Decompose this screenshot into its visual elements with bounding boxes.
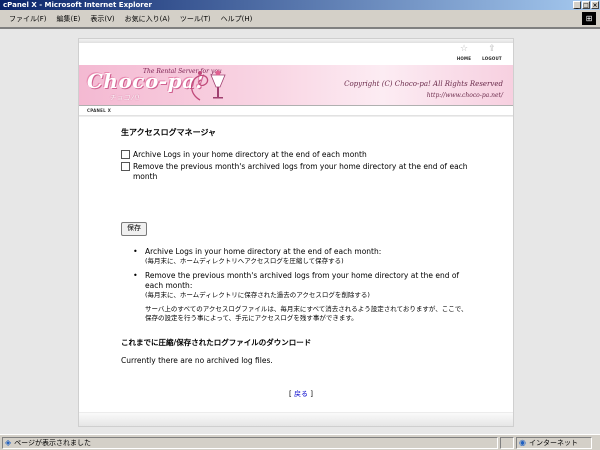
status-message-pane: ◈ ページが表示されました <box>2 436 498 449</box>
breadcrumb-divider <box>79 115 513 117</box>
parfait-glass-icon <box>210 70 226 99</box>
archive-logs-checkbox[interactable] <box>121 150 130 159</box>
banner-subtitle: チョコパ! <box>109 94 140 102</box>
remove-logs-checkbox[interactable] <box>121 162 130 171</box>
menu-view[interactable]: 表示(V) <box>85 10 119 28</box>
logout-label: LOGOUT <box>482 56 502 61</box>
bottom-strip <box>79 412 513 426</box>
remove-logs-option: Remove the previous month's archived log… <box>121 162 471 182</box>
main-content: 生アクセスログマネージャ Archive Logs in your home d… <box>121 127 481 398</box>
page-title: 生アクセスログマネージャ <box>121 128 217 137</box>
status-pane-blank <box>500 436 514 449</box>
home-label: HOME <box>456 56 472 61</box>
top-strip <box>79 39 513 43</box>
help-item-remove: Remove the previous month's archived log… <box>145 271 473 300</box>
home-icon: ☆ <box>459 44 469 54</box>
bullet-dot-icon: • <box>133 271 138 280</box>
no-archives-message: Currently there are no archived log file… <box>121 356 273 365</box>
logout-link[interactable]: ⇪ LOGOUT <box>482 44 502 61</box>
maximize-button[interactable]: □ <box>582 1 590 9</box>
menu-favorites[interactable]: お気に入り(A) <box>120 10 175 28</box>
status-bar: ◈ ページが表示されました ◉ インターネット <box>0 434 600 450</box>
windows-logo-icon: ⊞ <box>582 12 596 25</box>
choco-pa-banner: The Rental Server for you Choco-pa! チョコパ… <box>79 65 513 105</box>
status-zone: インターネット <box>528 438 578 447</box>
help-archive-text: Archive Logs in your home directory at t… <box>145 247 382 256</box>
help-remove-jp: (毎月末に、ホームディレクトリに保存された過去のアクセスログを削除する) <box>145 291 370 299</box>
internet-globe-icon: ◉ <box>519 437 526 447</box>
menu-help[interactable]: ヘルプ(H) <box>216 10 258 28</box>
top-links: ☆ HOME ⇪ LOGOUT <box>455 44 502 61</box>
save-button[interactable]: 保存 <box>121 222 147 236</box>
close-button[interactable]: × <box>591 1 599 9</box>
status-zone-pane: ◉ インターネット <box>516 436 592 449</box>
page-done-icon: ◈ <box>5 437 12 447</box>
back-close-bracket: ] <box>308 390 313 398</box>
menu-tools[interactable]: ツール(T) <box>175 10 216 28</box>
window-title: cPanel X - Microsoft Internet Explorer <box>3 1 152 9</box>
status-message: ページが表示されました <box>14 438 92 447</box>
banner-copyright: Copyright (C) Choco-pa! All Rights Reser… <box>344 80 503 88</box>
banner-url: http://www.choco-pa.net/ <box>426 92 503 99</box>
home-link[interactable]: ☆ HOME <box>455 44 473 61</box>
help-remove-text: Remove the previous month's archived log… <box>145 271 460 290</box>
archive-logs-label: Archive Logs in your home directory at t… <box>133 150 367 159</box>
browser-viewport: ☆ HOME ⇪ LOGOUT The Rental Server for yo… <box>0 28 600 434</box>
back-link[interactable]: 戻る <box>294 390 308 398</box>
menu-edit[interactable]: 編集(E) <box>52 10 86 28</box>
banner-divider <box>79 105 513 106</box>
help-item-archive: Archive Logs in your home directory at t… <box>145 247 473 266</box>
bullet-dot-icon: • <box>133 247 138 256</box>
minimize-button[interactable]: _ <box>573 1 581 9</box>
help-note: サーバ上のすべてのアクセスログファイルは、毎月末にすべて消去されるよう設定されて… <box>145 305 468 322</box>
cpanel-page: ☆ HOME ⇪ LOGOUT The Rental Server for yo… <box>78 38 514 427</box>
window-titlebar: cPanel X - Microsoft Internet Explorer _… <box>0 0 600 10</box>
back-link-wrapper: [ 戻る ] <box>121 389 481 399</box>
logout-icon: ⇪ <box>488 44 496 54</box>
menu-file[interactable]: ファイル(F) <box>4 10 52 28</box>
breadcrumb[interactable]: CPANEL X <box>87 108 111 113</box>
window-controls: _ □ × <box>573 1 599 9</box>
download-section-title: これまでに圧縮/保存されたログファイルのダウンロード <box>121 338 312 347</box>
menu-bar: ファイル(F) 編集(E) 表示(V) お気に入り(A) ツール(T) ヘルプ(… <box>0 10 600 28</box>
help-archive-jp: (毎月末に、ホームディレクトリへアクセスログを圧縮して保存する) <box>145 257 344 265</box>
remove-logs-label: Remove the previous month's archived log… <box>133 162 468 181</box>
archive-logs-option: Archive Logs in your home directory at t… <box>121 150 367 160</box>
